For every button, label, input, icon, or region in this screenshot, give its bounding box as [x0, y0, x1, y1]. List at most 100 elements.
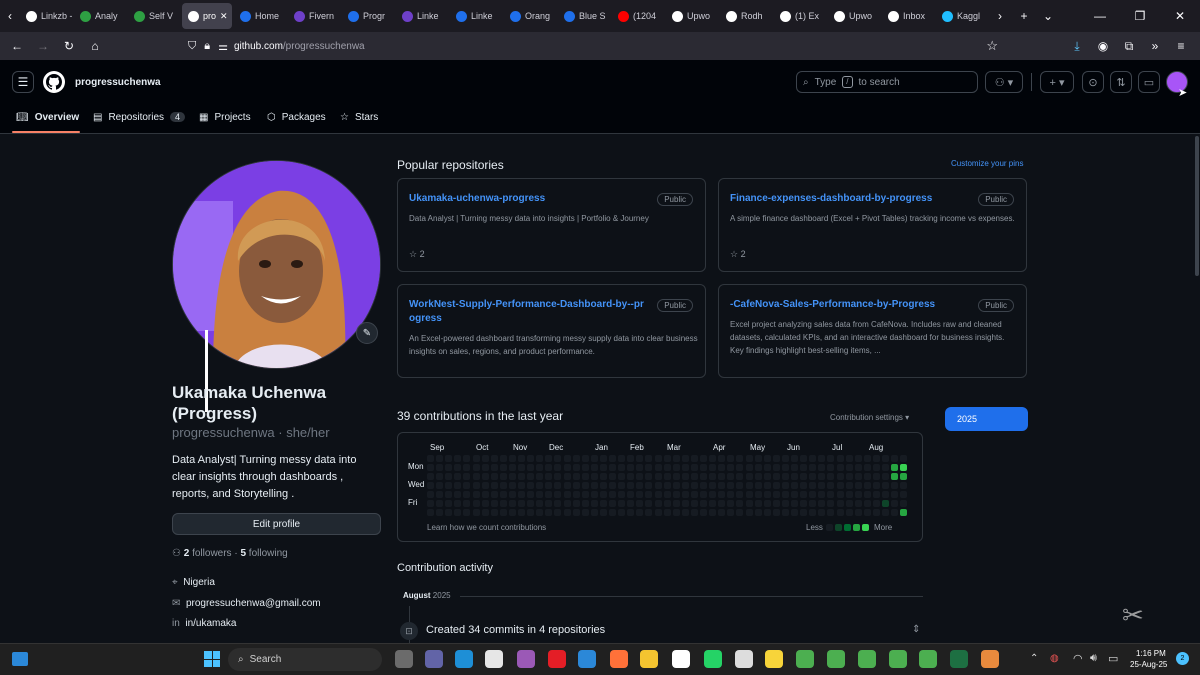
contribution-cell[interactable]	[454, 482, 462, 489]
app-icon[interactable]	[578, 650, 596, 668]
contribution-cell[interactable]	[463, 491, 471, 498]
github-logo-icon[interactable]	[43, 71, 65, 93]
contribution-cell[interactable]	[709, 455, 717, 462]
contribution-cell[interactable]	[754, 491, 762, 498]
contribution-cell[interactable]	[690, 473, 698, 480]
contribution-cell[interactable]	[791, 491, 798, 498]
contribution-cell[interactable]	[718, 500, 726, 507]
contribution-cell[interactable]	[618, 464, 626, 471]
browser-tab[interactable]: Blue S	[558, 3, 610, 29]
contribution-cell[interactable]	[900, 491, 908, 498]
contribution-cell[interactable]	[709, 473, 717, 480]
contribution-cell[interactable]	[781, 491, 789, 498]
app-icon[interactable]	[517, 650, 535, 668]
contribution-cell[interactable]	[599, 509, 607, 516]
contribution-cell[interactable]	[618, 491, 626, 498]
contribution-cell[interactable]	[481, 455, 489, 462]
contribution-cell[interactable]	[891, 482, 899, 489]
contribution-cell[interactable]	[427, 455, 434, 462]
contribution-cell[interactable]	[563, 509, 571, 516]
opera-icon[interactable]	[548, 650, 566, 668]
contribution-cell[interactable]	[572, 491, 580, 498]
contribution-cell[interactable]	[609, 491, 616, 498]
contribution-cell[interactable]	[636, 500, 644, 507]
contribution-cell[interactable]	[818, 455, 826, 462]
contribution-cell[interactable]	[745, 482, 753, 489]
contribution-cell[interactable]	[563, 500, 571, 507]
contribution-cell[interactable]	[891, 473, 899, 480]
contribution-cell[interactable]	[599, 455, 607, 462]
contribution-cell[interactable]	[818, 509, 826, 516]
tab-projects[interactable]: ▦ Projects	[199, 106, 251, 128]
contribution-cell[interactable]	[736, 464, 744, 471]
contribution-cell[interactable]	[536, 500, 544, 507]
contribution-cell[interactable]	[727, 491, 735, 498]
contribution-cell[interactable]	[636, 509, 644, 516]
contribution-cell[interactable]	[827, 464, 835, 471]
contribution-cell[interactable]	[654, 482, 662, 489]
contribution-cell[interactable]	[518, 455, 525, 462]
browser-tab[interactable]: Fivern	[288, 3, 340, 29]
contribution-cell[interactable]	[690, 491, 698, 498]
close-tab-icon[interactable]: ✕	[220, 11, 228, 22]
contribution-cell[interactable]	[727, 500, 735, 507]
contribution-cell[interactable]	[536, 455, 544, 462]
contribution-cell[interactable]	[554, 455, 562, 462]
contribution-cell[interactable]	[836, 464, 844, 471]
contribution-cell[interactable]	[700, 509, 707, 516]
contribution-cell[interactable]	[636, 491, 644, 498]
contribution-cell[interactable]	[754, 464, 762, 471]
contribution-cell[interactable]	[872, 491, 880, 498]
contribution-cell[interactable]	[499, 464, 507, 471]
contribution-cell[interactable]	[663, 464, 671, 471]
contribution-cell[interactable]	[809, 500, 817, 507]
contribution-cell[interactable]	[681, 509, 689, 516]
contribution-cell[interactable]	[481, 473, 489, 480]
tab-scroll-right-icon[interactable]: ›	[988, 4, 1012, 28]
contribution-cell[interactable]	[609, 464, 616, 471]
contribution-cell[interactable]	[518, 473, 525, 480]
contribution-cell[interactable]	[672, 509, 680, 516]
contribution-cell[interactable]	[445, 500, 453, 507]
contribution-cell[interactable]	[636, 455, 644, 462]
contribution-cell[interactable]	[736, 491, 744, 498]
contribution-cell[interactable]	[590, 473, 598, 480]
contribution-cell[interactable]	[745, 491, 753, 498]
contribution-cell[interactable]	[627, 482, 635, 489]
contribution-cell[interactable]	[536, 482, 544, 489]
contribution-cell[interactable]	[645, 500, 653, 507]
contribution-cell[interactable]	[436, 509, 444, 516]
contribution-cell[interactable]	[636, 464, 644, 471]
contribution-cell[interactable]	[754, 482, 762, 489]
contribution-cell[interactable]	[518, 509, 525, 516]
contribution-cell[interactable]	[581, 455, 589, 462]
contribution-cell[interactable]	[845, 482, 853, 489]
contribution-cell[interactable]	[882, 455, 889, 462]
contribution-cell[interactable]	[654, 491, 662, 498]
contribution-cell[interactable]	[727, 464, 735, 471]
contribution-cell[interactable]	[891, 455, 899, 462]
tray-app-icon[interactable]: ◍	[1050, 653, 1059, 664]
copilot-button[interactable]: ⚇ ▾	[985, 71, 1023, 93]
account-icon[interactable]: ◉	[1090, 34, 1116, 58]
excel-icon[interactable]	[950, 650, 968, 668]
contribution-cell[interactable]	[727, 482, 735, 489]
contribution-cell[interactable]	[627, 509, 635, 516]
tab-list-chevron-icon[interactable]: ⌄	[1036, 4, 1060, 28]
contribution-cell[interactable]	[618, 509, 626, 516]
contribution-cell[interactable]	[882, 491, 889, 498]
contribution-cell[interactable]	[445, 455, 453, 462]
contribution-cell[interactable]	[800, 509, 808, 516]
contribution-cell[interactable]	[554, 482, 562, 489]
contribution-cell[interactable]	[854, 509, 862, 516]
contribution-cell[interactable]	[809, 464, 817, 471]
contribution-cell[interactable]	[599, 482, 607, 489]
contribution-cell[interactable]	[736, 509, 744, 516]
contribution-cell[interactable]	[681, 464, 689, 471]
contribution-cell[interactable]	[827, 491, 835, 498]
contribution-cell[interactable]	[891, 464, 899, 471]
contribution-cell[interactable]	[791, 455, 798, 462]
contribution-cell[interactable]	[545, 491, 553, 498]
contribution-cell[interactable]	[636, 473, 644, 480]
contribution-cell[interactable]	[827, 473, 835, 480]
